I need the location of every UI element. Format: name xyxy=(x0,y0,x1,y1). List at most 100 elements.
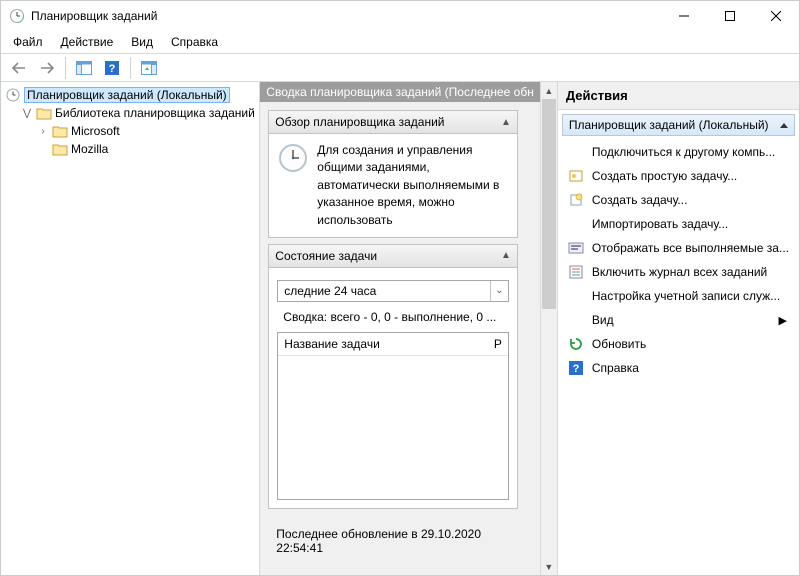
status-summary: Сводка: всего - 0, 0 - выполнение, 0 ... xyxy=(277,306,509,328)
action-show-running[interactable]: Отображать все выполняемые за... xyxy=(562,236,795,260)
status-period-combo[interactable]: следние 24 часа ⌄ xyxy=(277,280,509,302)
menubar: Файл Действие Вид Справка xyxy=(1,31,799,53)
toolbar-separator xyxy=(65,57,66,79)
body: Планировщик заданий (Локальный) ⋁ Библио… xyxy=(1,82,799,575)
show-hide-tree-button[interactable] xyxy=(72,57,96,79)
tree-library-label: Библиотека планировщика заданий xyxy=(55,106,255,120)
tree-microsoft[interactable]: › Microsoft xyxy=(35,122,257,140)
scroll-thumb[interactable] xyxy=(542,99,556,309)
collapse-icon: ▲ xyxy=(501,117,511,128)
close-button[interactable] xyxy=(753,1,799,31)
task-status-list[interactable]: Название задачи Р xyxy=(277,332,509,500)
toolbar: ? xyxy=(1,54,799,82)
action-label: Подключиться к другому компь... xyxy=(592,145,775,159)
actions-list: Подключиться к другому компь... Создать … xyxy=(558,140,799,380)
console-tree[interactable]: Планировщик заданий (Локальный) ⋁ Библио… xyxy=(1,82,260,575)
menu-action[interactable]: Действие xyxy=(53,33,122,51)
actions-pane: Действия Планировщик заданий (Локальный)… xyxy=(558,82,799,575)
blank-icon xyxy=(568,216,584,232)
menu-view[interactable]: Вид xyxy=(123,33,161,51)
blank-icon xyxy=(568,144,584,160)
svg-text:?: ? xyxy=(572,363,579,375)
toolbar-separator xyxy=(130,57,131,79)
expand-toggle[interactable]: › xyxy=(37,126,49,137)
vertical-scrollbar[interactable]: ▲ ▼ xyxy=(540,82,557,575)
overview-text: Для создания и управления общими задания… xyxy=(317,142,509,229)
action-help[interactable]: ? Справка xyxy=(562,356,795,380)
show-hide-action-pane-button[interactable] xyxy=(137,57,161,79)
overview-header[interactable]: Обзор планировщика заданий ▲ xyxy=(269,111,517,134)
tree-root[interactable]: Планировщик заданий (Локальный) xyxy=(3,86,257,104)
blank-icon xyxy=(568,312,584,328)
titlebar: Планировщик заданий xyxy=(1,1,799,31)
folder-icon xyxy=(52,142,68,156)
action-create-task[interactable]: Создать задачу... xyxy=(562,188,795,212)
tree-mozilla[interactable]: Mozilla xyxy=(35,140,257,158)
action-view[interactable]: Вид ▶ xyxy=(562,308,795,332)
overview-group: Обзор планировщика заданий ▲ Для создани… xyxy=(268,110,518,238)
tree-microsoft-label: Microsoft xyxy=(71,124,120,138)
refresh-icon xyxy=(568,336,584,352)
action-label: Создать задачу... xyxy=(592,193,688,207)
tree-mozilla-label: Mozilla xyxy=(71,142,108,156)
folder-icon xyxy=(52,124,68,138)
overview-title: Обзор планировщика заданий xyxy=(275,115,501,129)
action-label: Создать простую задачу... xyxy=(592,169,737,183)
center-header: Сводка планировщика заданий (Последнее о… xyxy=(260,82,540,102)
action-label: Справка xyxy=(592,361,639,375)
action-label: Отображать все выполняемые за... xyxy=(592,241,789,255)
new-task-icon xyxy=(568,192,584,208)
triangle-up-icon xyxy=(780,123,788,128)
submenu-arrow-icon: ▶ xyxy=(779,314,789,327)
action-label: Включить журнал всех заданий xyxy=(592,265,767,279)
col-result[interactable]: Р xyxy=(494,337,502,351)
history-icon xyxy=(568,264,584,280)
action-create-basic-task[interactable]: Создать простую задачу... xyxy=(562,164,795,188)
actions-subheader[interactable]: Планировщик заданий (Локальный) xyxy=(562,114,795,136)
list-header: Название задачи Р xyxy=(278,333,508,356)
menu-file[interactable]: Файл xyxy=(5,33,51,51)
maximize-button[interactable] xyxy=(707,1,753,31)
folder-icon xyxy=(36,106,52,120)
action-enable-history[interactable]: Включить журнал всех заданий xyxy=(562,260,795,284)
running-tasks-icon xyxy=(568,240,584,256)
clock-icon xyxy=(277,142,309,174)
minimize-button[interactable] xyxy=(661,1,707,31)
actions-header: Действия xyxy=(558,82,799,110)
combo-value: следние 24 часа xyxy=(278,284,490,298)
action-label: Настройка учетной записи служ... xyxy=(592,289,780,303)
status-title: Состояние задачи xyxy=(275,249,501,263)
action-refresh[interactable]: Обновить xyxy=(562,332,795,356)
wizard-icon xyxy=(568,168,584,184)
collapse-icon: ▲ xyxy=(501,250,511,261)
help-icon: ? xyxy=(568,360,584,376)
chevron-down-icon: ⌄ xyxy=(490,281,508,301)
col-task-name[interactable]: Название задачи xyxy=(284,337,494,351)
action-import-task[interactable]: Импортировать задачу... xyxy=(562,212,795,236)
tree-root-label: Планировщик заданий (Локальный) xyxy=(24,87,230,103)
actions-subheader-label: Планировщик заданий (Локальный) xyxy=(569,118,780,132)
scroll-up-icon[interactable]: ▲ xyxy=(541,82,557,99)
expand-toggle[interactable]: ⋁ xyxy=(21,108,33,119)
last-refreshed: Последнее обновление в 29.10.2020 22:54:… xyxy=(268,515,518,567)
action-label: Обновить xyxy=(592,337,646,351)
action-account-config[interactable]: Настройка учетной записи служ... xyxy=(562,284,795,308)
action-label: Вид xyxy=(592,313,614,327)
app-icon xyxy=(9,8,25,24)
menu-help[interactable]: Справка xyxy=(163,33,226,51)
action-label: Импортировать задачу... xyxy=(592,217,728,231)
scheduler-icon xyxy=(5,87,21,103)
blank-icon xyxy=(568,288,584,304)
window-title: Планировщик заданий xyxy=(31,9,157,23)
task-scheduler-window: Планировщик заданий Файл Действие Вид Сп… xyxy=(0,0,800,576)
status-group: Состояние задачи ▲ следние 24 часа ⌄ Сво… xyxy=(268,244,518,509)
center-pane: Сводка планировщика заданий (Последнее о… xyxy=(260,82,558,575)
tree-library[interactable]: ⋁ Библиотека планировщика заданий xyxy=(19,104,257,122)
action-connect[interactable]: Подключиться к другому компь... xyxy=(562,140,795,164)
help-button[interactable]: ? xyxy=(100,57,124,79)
status-header[interactable]: Состояние задачи ▲ xyxy=(269,245,517,268)
svg-text:?: ? xyxy=(109,63,116,75)
scroll-down-icon[interactable]: ▼ xyxy=(541,558,557,575)
forward-button[interactable] xyxy=(35,57,59,79)
back-button[interactable] xyxy=(7,57,31,79)
